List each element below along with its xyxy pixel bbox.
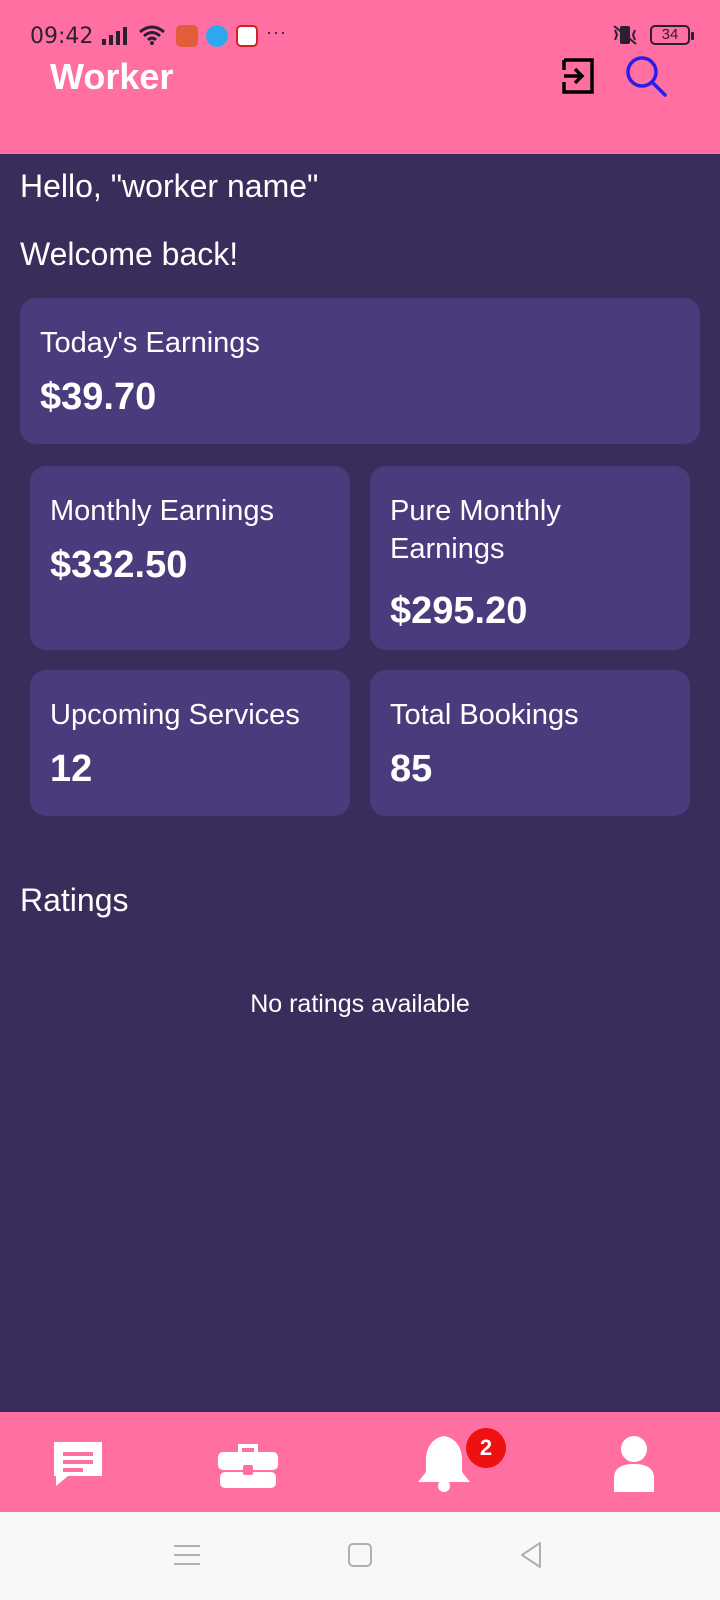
signal-icon	[102, 27, 127, 45]
search-icon[interactable]	[624, 54, 668, 98]
app-header: 09:42 ··· 34 Worker	[0, 0, 720, 154]
upcoming-services-card: Upcoming Services 12	[30, 670, 350, 816]
status-bar: 09:42 ··· 34	[0, 0, 720, 50]
card-value: $39.70	[40, 376, 157, 418]
logout-icon[interactable]	[558, 56, 598, 96]
total-bookings-card: Total Bookings 85	[370, 670, 690, 816]
battery-level: 34	[650, 25, 694, 45]
card-label: Total Bookings	[390, 699, 579, 731]
card-value: $332.50	[50, 544, 188, 586]
welcome-text: Welcome back!	[20, 236, 239, 272]
notification-badge: 2	[466, 1428, 506, 1468]
ratings-empty-text: No ratings available	[250, 990, 470, 1018]
bell-icon[interactable]	[414, 1434, 474, 1492]
monthly-earnings-card: Monthly Earnings $332.50	[30, 466, 350, 650]
pure-monthly-earnings-card: Pure Monthly Earnings $295.20	[370, 466, 690, 650]
system-nav-bar	[0, 1512, 720, 1600]
chat-app-icon	[206, 25, 228, 47]
music-app-icon	[176, 25, 198, 47]
home-icon[interactable]	[343, 1538, 377, 1572]
app-title: Worker	[50, 56, 174, 97]
back-icon[interactable]	[514, 1538, 548, 1572]
ratings-heading: Ratings	[20, 882, 129, 918]
card-label: Monthly Earnings	[50, 495, 275, 527]
profile-icon[interactable]	[604, 1434, 664, 1492]
greeting-text: Hello, "worker name"	[20, 168, 319, 204]
card-value: $295.20	[390, 590, 528, 632]
card-label: Pure Monthly Earnings	[390, 495, 561, 565]
card-label: Upcoming Services	[50, 699, 300, 731]
news-app-icon	[236, 25, 258, 47]
status-time: 09:42	[30, 24, 94, 49]
todays-earnings-card: Today's Earnings $39.70	[20, 298, 700, 444]
more-notifications-icon: ···	[266, 22, 287, 42]
card-value: 85	[390, 748, 433, 790]
vibrate-icon	[613, 25, 637, 45]
briefcase-icon[interactable]	[218, 1434, 278, 1492]
chat-icon[interactable]	[48, 1434, 108, 1492]
menu-icon[interactable]	[170, 1538, 204, 1572]
card-value: 12	[50, 748, 93, 790]
wifi-icon	[139, 25, 165, 45]
card-label: Today's Earnings	[40, 327, 260, 359]
bottom-nav: 2	[0, 1412, 720, 1512]
